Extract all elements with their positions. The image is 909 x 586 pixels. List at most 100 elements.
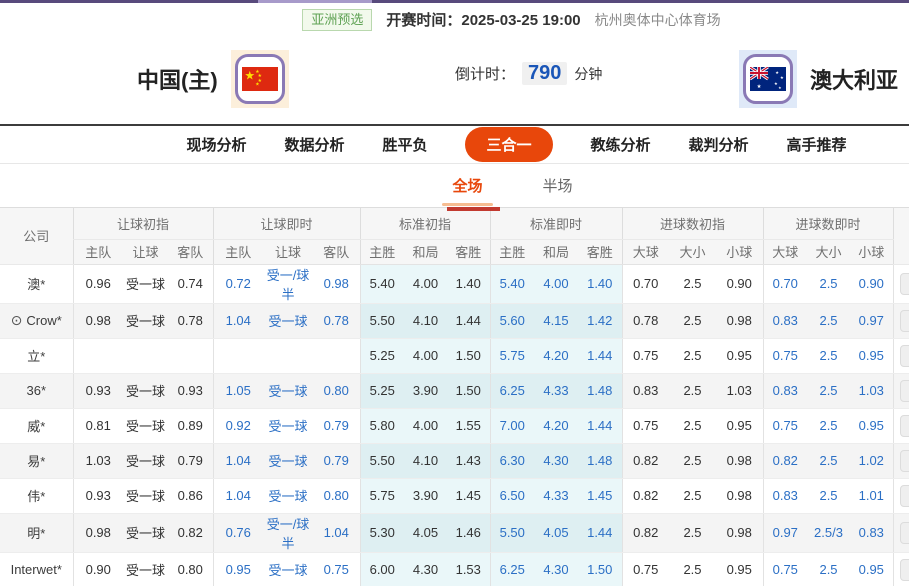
company-cell[interactable]: 易*: [0, 443, 73, 478]
odds-cell: 受一/球半: [263, 513, 313, 552]
odds-cell: 受一球: [123, 373, 168, 408]
odds-cell: 0.82: [622, 513, 669, 552]
odds-cell: 受一球: [263, 373, 313, 408]
nav-tab-4[interactable]: 教练分析: [591, 134, 651, 155]
odds-cell: 4.30: [404, 552, 447, 586]
svg-text:★: ★: [255, 82, 259, 88]
row-action-button[interactable]: [900, 345, 909, 367]
odds-cell: 2.5: [669, 303, 716, 338]
odds-cell: 0.82: [763, 443, 807, 478]
subcolumn-header: 主队: [73, 239, 123, 264]
odds-cell: [263, 338, 313, 373]
odds-cell: 1.44: [578, 513, 622, 552]
odds-cell: 1.45: [447, 478, 490, 513]
odds-cell: 2.5: [669, 264, 716, 303]
odds-cell: 2.5: [669, 478, 716, 513]
odds-cell: 受一球: [123, 443, 168, 478]
odds-cell: [168, 338, 213, 373]
odds-cell: 0.97: [763, 513, 807, 552]
subcolumn-header: 主胜: [360, 239, 404, 264]
odds-cell: 4.00: [404, 338, 447, 373]
row-action-button[interactable]: [900, 485, 909, 507]
odds-cell: 2.5: [669, 373, 716, 408]
odds-cell: 4.05: [404, 513, 447, 552]
odds-cell: 0.75: [313, 552, 360, 586]
odds-cell: 0.75: [763, 338, 807, 373]
odds-cell: 0.95: [213, 552, 263, 586]
company-cell[interactable]: 威*: [0, 408, 73, 443]
company-cell[interactable]: 36*: [0, 373, 73, 408]
nav-tab-6[interactable]: 高手推荐: [787, 134, 847, 155]
row-action-button[interactable]: [900, 310, 909, 332]
countdown-label: 倒计时：: [455, 63, 515, 84]
nav-tab-1[interactable]: 数据分析: [284, 134, 344, 155]
nav-tab-0[interactable]: 现场分析: [186, 134, 246, 155]
odds-cell: 0.81: [73, 408, 123, 443]
subcolumn-header: 大球: [763, 239, 807, 264]
company-cell[interactable]: 立*: [0, 338, 73, 373]
odds-cell: 5.80: [360, 408, 404, 443]
odds-cell: 0.95: [850, 408, 893, 443]
company-cell[interactable]: ⊙Crow*: [0, 303, 73, 338]
odds-row: 澳*0.96受一球0.740.72受一/球半0.985.404.001.405.…: [0, 264, 909, 303]
odds-cell: 5.25: [360, 373, 404, 408]
odds-cell: 1.04: [313, 513, 360, 552]
nav-tab-2[interactable]: 胜平负: [382, 134, 427, 155]
odds-cell: 0.75: [763, 408, 807, 443]
company-cell[interactable]: 明*: [0, 513, 73, 552]
odds-cell: 0.95: [716, 408, 763, 443]
svg-text:★: ★: [775, 70, 779, 75]
ball-icon: ⊙: [11, 312, 23, 328]
subcolumn-header: 让球: [123, 239, 168, 264]
odds-cell: 6.25: [490, 373, 534, 408]
odds-cell: 2.5: [807, 303, 850, 338]
row-action-button[interactable]: [900, 273, 909, 295]
odds-cell: 0.98: [716, 513, 763, 552]
odds-cell: 0.92: [213, 408, 263, 443]
group-header: 让球即时: [213, 208, 360, 239]
odds-cell: 0.75: [622, 338, 669, 373]
row-action-button[interactable]: [900, 415, 909, 437]
odds-cell: 受一/球半: [263, 264, 313, 303]
odds-cell: 2.5/3: [807, 513, 850, 552]
odds-cell: 4.00: [534, 264, 578, 303]
company-cell[interactable]: 伟*: [0, 478, 73, 513]
odds-cell: 受一球: [123, 264, 168, 303]
odds-cell: 5.40: [360, 264, 404, 303]
odds-cell: 4.15: [534, 303, 578, 338]
row-action-button[interactable]: [900, 380, 909, 402]
subcolumn-header: 主队: [213, 239, 263, 264]
odds-cell: 5.50: [360, 303, 404, 338]
odds-cell: [123, 338, 168, 373]
odds-cell: 1.48: [578, 373, 622, 408]
odds-row: Interwet*0.90受一球0.800.95受一球0.756.004.301…: [0, 552, 909, 586]
svg-text:★: ★: [757, 84, 762, 90]
odds-cell: 1.03: [716, 373, 763, 408]
subtab-1[interactable]: 半场: [541, 169, 575, 202]
odds-cell: 5.25: [360, 338, 404, 373]
row-action-button[interactable]: [900, 559, 909, 581]
odds-cell: 1.04: [213, 478, 263, 513]
countdown: 倒计时： 790 分钟: [455, 62, 602, 85]
odds-cell: 0.83: [763, 373, 807, 408]
company-cell[interactable]: Interwet*: [0, 552, 73, 586]
odds-cell: 0.79: [168, 443, 213, 478]
home-flag-box: ★ ★ ★ ★ ★: [231, 50, 289, 108]
odds-cell: 0.97: [850, 303, 893, 338]
row-action-button[interactable]: [900, 522, 909, 544]
odds-cell: 0.80: [313, 373, 360, 408]
odds-cell: 1.50: [447, 373, 490, 408]
subcolumn-header: 小球: [716, 239, 763, 264]
group-header: 标准初指: [360, 208, 490, 239]
nav-tab-3[interactable]: 三合一: [465, 127, 552, 162]
odds-cell: 0.90: [73, 552, 123, 586]
odds-cell: 1.05: [213, 373, 263, 408]
odds-cell: 0.78: [168, 303, 213, 338]
company-cell[interactable]: 澳*: [0, 264, 73, 303]
subtab-0[interactable]: 全场: [450, 169, 484, 202]
odds-cell: 2.5: [807, 408, 850, 443]
nav-tab-5[interactable]: 裁判分析: [689, 134, 749, 155]
odds-row: ⊙Crow*0.98受一球0.781.04受一球0.785.504.101.44…: [0, 303, 909, 338]
row-action-button[interactable]: [900, 450, 909, 472]
odds-cell: [73, 338, 123, 373]
